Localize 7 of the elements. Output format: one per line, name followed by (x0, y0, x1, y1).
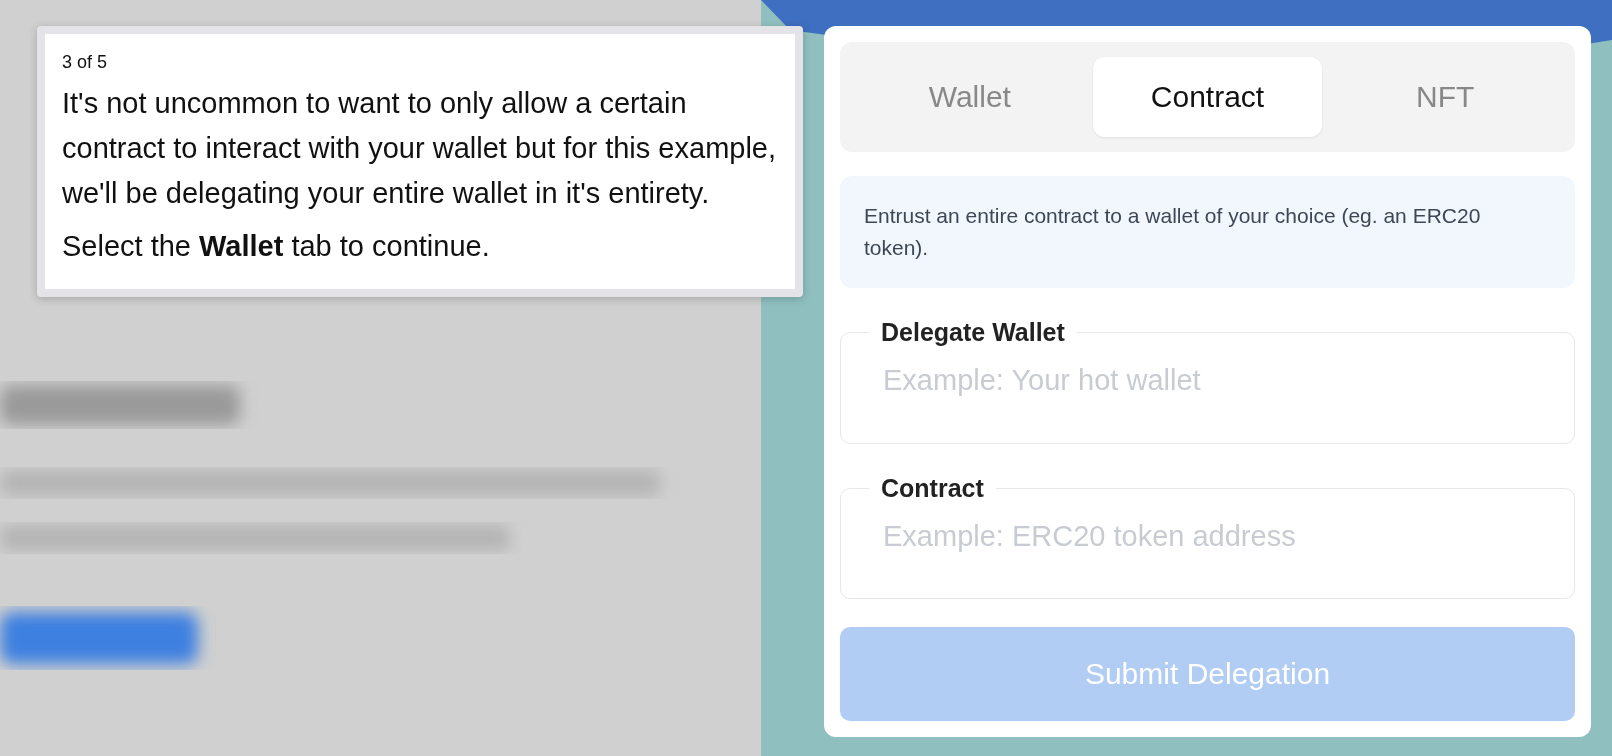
field-label: Contract (880, 473, 985, 503)
tooltip-text: It's not uncommon to want to only allow a certain contract to interact with your wallet but for this example, we'll be delegating your entire wallet in it's entirety. (62, 86, 777, 211)
step-counter: 3 of 5 (62, 52, 109, 73)
field-label: Delegate Wallet (880, 318, 1066, 347)
info-text: Entrust an entire contract to a wallet of your choice (eg. an ERC20 token). (840, 176, 1575, 288)
tooltip-text: Select the Wallet tab to continue. (62, 229, 491, 264)
tab[interactable]: Contract (1092, 57, 1323, 137)
